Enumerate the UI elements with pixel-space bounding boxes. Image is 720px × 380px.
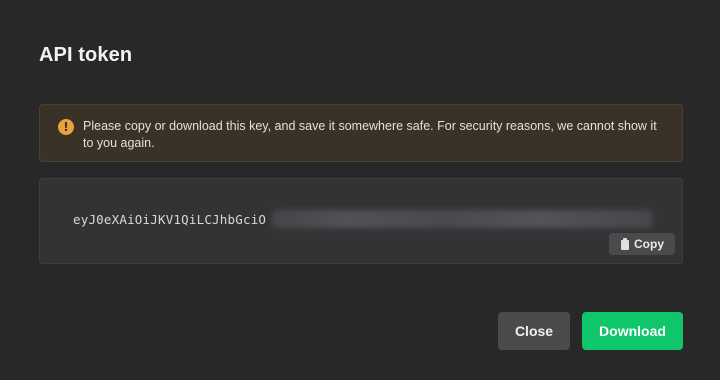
download-button-label: Download: [599, 323, 666, 339]
dialog-title: API token: [39, 44, 133, 66]
api-token-dialog: API token ! Please copy or download this…: [0, 0, 720, 380]
close-button-label: Close: [514, 323, 554, 339]
copy-button-label: Copy: [634, 237, 664, 251]
warning-banner: ! Please copy or download this key, and …: [39, 104, 683, 162]
token-value[interactable]: eyJ0eXAiOiJKV1QiLCJhbGciO: [73, 212, 266, 227]
clipboard-icon: [620, 238, 630, 250]
warning-icon: !: [58, 119, 74, 135]
token-box: eyJ0eXAiOiJKV1QiLCJhbGciO Copy: [39, 178, 683, 264]
warning-message: Please copy or download this key, and sa…: [83, 119, 657, 150]
download-button[interactable]: Download: [582, 312, 683, 350]
token-redacted-blur: [272, 210, 652, 228]
copy-button[interactable]: Copy: [609, 233, 675, 255]
close-button[interactable]: Close: [498, 312, 570, 350]
